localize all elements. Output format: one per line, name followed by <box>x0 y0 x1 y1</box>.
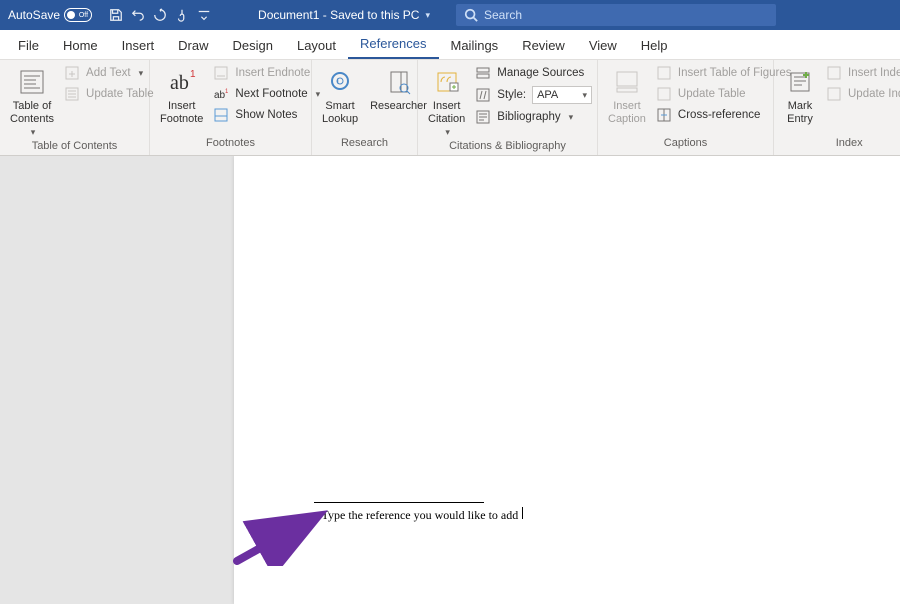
tab-mailings[interactable]: Mailings <box>439 32 511 59</box>
manage-sources-button[interactable]: Manage Sources <box>473 64 594 82</box>
svg-text:ab: ab <box>170 72 189 94</box>
search-placeholder: Search <box>484 8 522 22</box>
footnote-separator <box>314 502 484 503</box>
footnote-text[interactable]: Type the reference you would like to add <box>322 508 519 523</box>
title-bar: AutoSave Off Document1 - Saved to this P… <box>0 0 900 30</box>
tab-file[interactable]: File <box>6 32 51 59</box>
tab-references[interactable]: References <box>348 30 438 59</box>
add-text-button[interactable]: Add Text▾ <box>62 64 156 82</box>
show-notes-icon <box>213 107 229 123</box>
mark-entry-button[interactable]: Mark Entry <box>780 64 820 127</box>
style-dropdown[interactable]: APA▾ <box>532 86 592 104</box>
insert-index-icon <box>826 65 842 81</box>
update-index-button[interactable]: Update Index <box>824 85 900 103</box>
style-icon <box>475 87 491 103</box>
add-text-icon <box>64 65 80 81</box>
cross-ref-icon <box>656 107 672 123</box>
tab-help[interactable]: Help <box>629 32 680 59</box>
group-captions: Insert Caption Insert Table of Figures U… <box>598 60 774 155</box>
search-box[interactable]: Search <box>456 4 776 26</box>
touch-mode-icon[interactable] <box>174 7 190 23</box>
insert-caption-button[interactable]: Insert Caption <box>604 64 650 127</box>
svg-text:1: 1 <box>225 89 228 95</box>
group-label: Table of Contents <box>0 140 149 155</box>
update-tof-button[interactable]: Update Table <box>654 85 794 103</box>
cross-reference-button[interactable]: Cross-reference <box>654 106 794 124</box>
undo-icon[interactable] <box>130 7 146 23</box>
insert-endnote-button[interactable]: Insert Endnote <box>211 64 322 82</box>
qat-customize-icon[interactable] <box>196 7 212 23</box>
group-research: i Smart Lookup Researcher Research <box>312 60 418 155</box>
group-citations: Insert Citation▾ Manage Sources Style: A… <box>418 60 598 155</box>
toc-icon <box>16 66 48 98</box>
autosave-toggle[interactable]: AutoSave Off <box>8 8 92 22</box>
smart-lookup-icon: i <box>324 66 356 98</box>
tof-icon <box>656 65 672 81</box>
redo-icon[interactable] <box>152 7 168 23</box>
svg-text:i: i <box>337 77 339 86</box>
update-table-button[interactable]: Update Table <box>62 85 156 103</box>
footnote-icon: ab1 <box>166 66 198 98</box>
smart-lookup-button[interactable]: i Smart Lookup <box>318 64 362 127</box>
tab-view[interactable]: View <box>577 32 629 59</box>
toggle-switch[interactable]: Off <box>64 8 92 22</box>
next-footnote-button[interactable]: ab1 Next Footnote▾ <box>211 85 322 103</box>
tab-design[interactable]: Design <box>221 32 285 59</box>
svg-text:1: 1 <box>190 69 196 80</box>
ribbon-tabs: FileHomeInsertDrawDesignLayoutReferences… <box>0 30 900 60</box>
update-icon <box>656 86 672 102</box>
bibliography-icon <box>475 109 491 125</box>
endnote-icon <box>213 65 229 81</box>
update-index-icon <box>826 86 842 102</box>
group-label: Index <box>774 137 900 155</box>
footnote-area[interactable]: 1 Type the reference you would like to a… <box>314 502 523 523</box>
bibliography-button[interactable]: Bibliography▾ <box>473 108 594 126</box>
insert-table-of-figures-button[interactable]: Insert Table of Figures <box>654 64 794 82</box>
autosave-label: AutoSave <box>8 8 60 22</box>
save-icon[interactable] <box>108 7 124 23</box>
manage-sources-icon <box>475 65 491 81</box>
document-title[interactable]: Document1 - Saved to this PC ▾ <box>258 8 430 22</box>
mark-entry-icon <box>784 66 816 98</box>
tab-review[interactable]: Review <box>510 32 577 59</box>
group-footnotes: ab1 Insert Footnote Insert Endnote ab1 N… <box>150 60 312 155</box>
insert-index-button[interactable]: Insert Index <box>824 64 900 82</box>
ribbon: Table of Contents ▾ Add Text▾ Update Tab… <box>0 60 900 156</box>
footnote-number: 1 <box>314 511 319 521</box>
chevron-down-icon: ▾ <box>31 127 36 137</box>
quick-access-toolbar <box>108 7 212 23</box>
group-index: Mark Entry Insert Index Update Index Ind… <box>774 60 900 155</box>
svg-text:ab: ab <box>214 90 226 101</box>
group-label: Captions <box>598 137 773 155</box>
tab-insert[interactable]: Insert <box>110 32 167 59</box>
next-footnote-icon: ab1 <box>213 86 229 102</box>
insert-footnote-button[interactable]: ab1 Insert Footnote <box>156 64 207 127</box>
table-of-contents-button[interactable]: Table of Contents ▾ <box>6 64 58 140</box>
citation-icon <box>431 66 463 98</box>
search-icon <box>464 8 478 22</box>
group-label: Footnotes <box>150 137 311 155</box>
researcher-icon <box>383 66 415 98</box>
tab-draw[interactable]: Draw <box>166 32 220 59</box>
group-label: Citations & Bibliography <box>418 140 597 155</box>
tab-layout[interactable]: Layout <box>285 32 348 59</box>
update-table-icon <box>64 86 80 102</box>
document-area[interactable]: 1 Type the reference you would like to a… <box>0 156 900 604</box>
document-page[interactable]: 1 Type the reference you would like to a… <box>234 156 900 604</box>
insert-citation-button[interactable]: Insert Citation▾ <box>424 64 469 140</box>
citation-style-select[interactable]: Style: APA▾ <box>473 85 594 105</box>
chevron-down-icon: ▾ <box>425 10 430 21</box>
group-table-of-contents: Table of Contents ▾ Add Text▾ Update Tab… <box>0 60 150 155</box>
text-cursor <box>522 507 523 519</box>
tab-home[interactable]: Home <box>51 32 110 59</box>
caption-icon <box>611 66 643 98</box>
group-label: Research <box>312 137 417 155</box>
show-notes-button[interactable]: Show Notes <box>211 106 322 124</box>
